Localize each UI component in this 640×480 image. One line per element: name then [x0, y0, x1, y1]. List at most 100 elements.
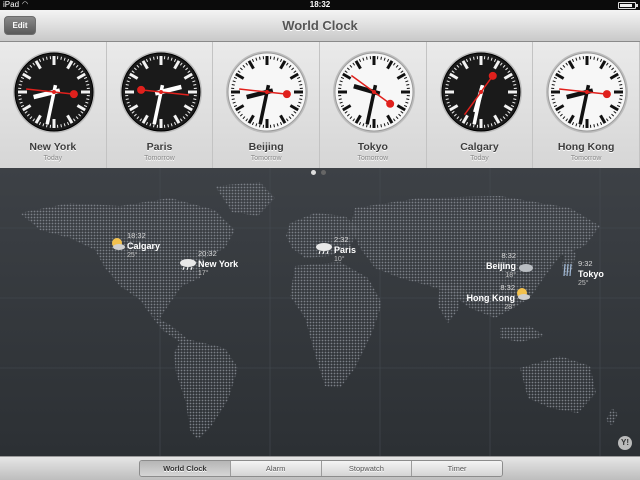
clock-face: [226, 51, 309, 133]
clock-second-hand-dot: [603, 90, 612, 99]
clock-minute-tick: [192, 84, 196, 86]
pin-temp: 28°: [504, 304, 515, 311]
pin-city: Calgary: [127, 241, 161, 251]
clock-cell-hong-kong[interactable]: Hong Kong Tomorrow: [533, 42, 640, 168]
clock-face: [546, 51, 629, 133]
clock-minute-tick: [299, 84, 303, 86]
clock-cell-tokyo[interactable]: Tokyo Tomorrow: [320, 42, 427, 168]
pin-temp: 25°: [578, 280, 589, 287]
clock-minute-tick: [365, 124, 368, 128]
continents: [20, 182, 618, 440]
clock-minute-tick: [512, 98, 516, 100]
page-title: World Clock: [282, 18, 358, 33]
map-pin-hong-kong[interactable]: 8:32 Hong Kong 28°: [462, 283, 516, 313]
clock-minute-tick: [380, 124, 382, 128]
world-map[interactable]: 18:32 Calgary 25° 20:32 New York 17° 2:3…: [0, 168, 640, 456]
tab-timer[interactable]: Timer: [412, 461, 502, 476]
clock-day: Tomorrow: [357, 155, 389, 162]
clock-minute-tick: [365, 56, 368, 60]
map-pin-tokyo[interactable]: 9:32 Tokyo 25°: [578, 259, 604, 289]
clock-city: Hong Kong: [557, 141, 615, 153]
clock-minute-tick: [512, 84, 516, 86]
clock-minute-tick: [60, 124, 62, 128]
clock-city: Paris: [146, 141, 173, 153]
clock-minute-tick: [192, 98, 196, 100]
clock-minute-tick: [46, 124, 48, 128]
clock-minute-tick: [18, 84, 22, 86]
clock-minute-tick: [406, 84, 410, 86]
clock-city: Beijing: [248, 141, 284, 153]
clock-face: [13, 51, 95, 133]
clock-minute-tick: [619, 84, 623, 86]
map-pin-paris[interactable]: 2:32 Paris 10°: [334, 235, 356, 265]
edit-button[interactable]: Edit: [4, 16, 36, 35]
pin-city: Beijing: [486, 261, 517, 271]
page-dot: [311, 170, 316, 175]
map-pin-calgary[interactable]: 18:32 Calgary 25°: [127, 231, 160, 261]
clock-minute-tick: [551, 98, 556, 100]
clock-second-hand-dot: [69, 90, 78, 99]
clock-minute-tick: [167, 56, 169, 60]
clock-face: [439, 51, 522, 133]
clock-day: Tomorrow: [570, 155, 602, 162]
battery-icon: [618, 2, 638, 9]
clock-minute-tick: [273, 56, 276, 60]
clock-center-pin: [52, 90, 56, 94]
page-dot: [321, 170, 326, 175]
clock-minute-tick: [299, 98, 303, 100]
clock-center-pin: [158, 90, 163, 94]
clock-minute-tick: [579, 124, 581, 128]
clock-city: New York: [29, 141, 77, 153]
clock-second-hand-dot: [136, 85, 145, 94]
clock-face: [332, 51, 415, 133]
clock-minute-tick: [593, 56, 596, 60]
pin-city: Tokyo: [578, 269, 604, 279]
pin-time: 18:32: [127, 231, 146, 240]
clock-minute-tick: [231, 98, 236, 100]
clock-face: [119, 51, 202, 133]
clock-cell-calgary[interactable]: Calgary Today: [427, 42, 534, 168]
tab-alarm[interactable]: Alarm: [230, 461, 322, 476]
pin-city: New York: [198, 259, 239, 269]
nav-bar: Edit World Clock: [0, 10, 640, 42]
clock-city: Calgary: [460, 141, 499, 153]
pin-time: 2:32: [334, 235, 349, 244]
clock-minute-tick: [619, 98, 623, 100]
map-pin-beijing[interactable]: 8:32 Beijing 18°: [486, 251, 516, 281]
clock-minute-tick: [551, 84, 556, 86]
clock-cell-beijing[interactable]: Beijing Tomorrow: [213, 42, 320, 168]
clock-minute-tick: [445, 84, 449, 86]
clock-minute-tick: [60, 56, 62, 60]
clock-minute-tick: [18, 98, 22, 100]
tab-world-clock[interactable]: World Clock: [140, 461, 231, 476]
pin-city: Hong Kong: [466, 293, 516, 303]
clock-minute-tick: [486, 124, 489, 128]
clock-minute-tick: [231, 84, 236, 86]
sun-cloud-icon: [515, 287, 531, 306]
segmented-control: World Clock Alarm Stopwatch Timer: [139, 460, 503, 477]
map-pin-new-york[interactable]: 20:32 New York 17°: [198, 249, 238, 279]
page-indicator[interactable]: [311, 170, 326, 175]
clock-minute-tick: [259, 56, 261, 60]
clock-strip: New York Today Paris Tomorrow Beijing To…: [0, 42, 640, 168]
yahoo-logo[interactable]: Y!: [618, 436, 632, 450]
clock-day: Tomorrow: [144, 155, 175, 162]
clock-city: Tokyo: [357, 141, 388, 153]
pin-time: 9:32: [578, 259, 593, 268]
clock-cell-new-york[interactable]: New York Today: [0, 42, 107, 168]
pin-temp: 17°: [198, 270, 209, 277]
pin-time: 8:32: [500, 283, 515, 292]
status-time: 18:32: [309, 0, 331, 9]
tab-stopwatch[interactable]: Stopwatch: [321, 461, 413, 476]
clock-minute-tick: [125, 98, 129, 100]
clock-minute-tick: [593, 124, 596, 128]
sun-cloud-icon: [110, 237, 126, 256]
clock-minute-tick: [486, 56, 489, 60]
world-map-graphic: [0, 168, 640, 456]
tab-bar: World Clock Alarm Stopwatch Timer: [0, 456, 640, 480]
clock-minute-tick: [472, 56, 475, 60]
clock-minute-tick: [338, 84, 342, 86]
clock-cell-paris[interactable]: Paris Tomorrow: [107, 42, 214, 168]
pin-temp: 18°: [505, 272, 516, 279]
clock-center-pin: [371, 90, 376, 94]
